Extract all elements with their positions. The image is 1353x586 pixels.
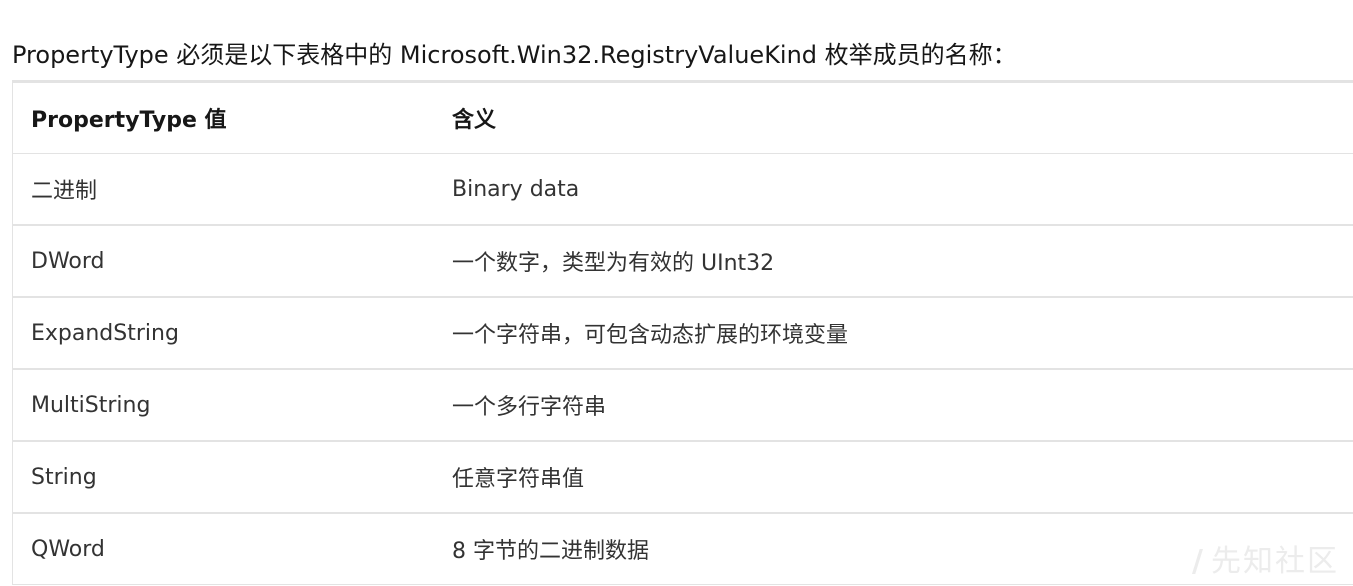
table-row: 二进制 Binary data xyxy=(13,153,1353,226)
cell-meaning: Binary data xyxy=(434,153,1353,226)
watermark: / 先知社区 xyxy=(1192,536,1339,580)
cell-property-type: QWord xyxy=(13,513,434,585)
table-row: DWord 一个数字，类型为有效的 UInt32 xyxy=(13,225,1353,298)
header-row: PropertyType 值 含义 xyxy=(13,83,1353,154)
cell-property-type: String xyxy=(13,441,434,514)
table-header: PropertyType 值 含义 xyxy=(13,83,1353,154)
header-meaning: 含义 xyxy=(434,83,1353,154)
watermark-text: 先知社区 xyxy=(1211,544,1339,579)
table-row: MultiString 一个多行字符串 xyxy=(13,369,1353,442)
header-property-type-value: PropertyType 值 xyxy=(13,83,434,154)
property-type-table: PropertyType 值 含义 二进制 Binary data DWord … xyxy=(12,80,1353,585)
cell-meaning: 一个数字，类型为有效的 UInt32 xyxy=(434,225,1353,298)
cell-property-type: ExpandString xyxy=(13,297,434,370)
intro-text: PropertyType 必须是以下表格中的 Microsoft.Win32.R… xyxy=(12,41,1017,69)
table: PropertyType 值 含义 二进制 Binary data DWord … xyxy=(13,83,1353,585)
table-row: ExpandString 一个字符串，可包含动态扩展的环境变量 xyxy=(13,297,1353,370)
cell-property-type: 二进制 xyxy=(13,153,434,226)
cell-property-type: DWord xyxy=(13,225,434,298)
table-body: 二进制 Binary data DWord 一个数字，类型为有效的 UInt32… xyxy=(13,153,1353,585)
table-row: QWord 8 字节的二进制数据 xyxy=(13,513,1353,585)
cell-property-type: MultiString xyxy=(13,369,434,442)
cell-meaning: 一个字符串，可包含动态扩展的环境变量 xyxy=(434,297,1353,370)
cell-meaning: 一个多行字符串 xyxy=(434,369,1353,442)
table-row: String 任意字符串值 xyxy=(13,441,1353,514)
watermark-logo-icon: / xyxy=(1192,544,1205,579)
cell-meaning: 任意字符串值 xyxy=(434,441,1353,514)
